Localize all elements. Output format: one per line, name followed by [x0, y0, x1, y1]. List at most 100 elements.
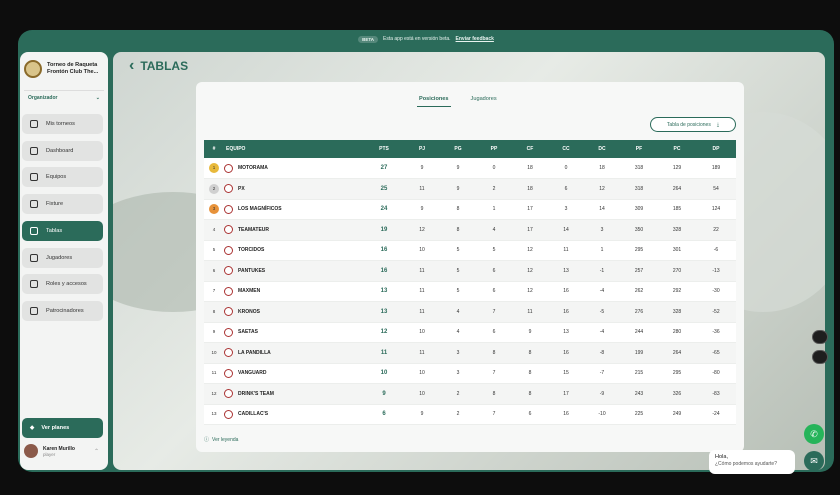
- stat-cell-dc: -5: [599, 308, 605, 315]
- team-cell: KRONOS: [224, 302, 364, 323]
- stat-cell-pp: 8: [492, 349, 496, 356]
- role-selector[interactable]: Organizador ⌄: [24, 90, 104, 104]
- stat-cell-pf: 262: [634, 288, 644, 295]
- stat-cell-dc: -4: [599, 288, 605, 295]
- position-cell: 7: [204, 281, 224, 302]
- stat-cell-pts: 11: [380, 349, 388, 356]
- stat-cell-cc: 3: [564, 206, 568, 213]
- position-cell: 13: [204, 404, 224, 425]
- stat-cell-pf: 309: [634, 206, 644, 213]
- sidebar-item-tablas[interactable]: Tablas: [22, 220, 103, 241]
- trophy-icon: [30, 146, 38, 155]
- table-row[interactable]: 6 PANTUKES 16 11 5 6 12 13 -1 257 270 -13: [204, 260, 736, 281]
- side-tool-book[interactable]: [812, 330, 828, 344]
- view-plans-button[interactable]: ◆ Ver planes: [22, 418, 103, 438]
- tab-positions[interactable]: Posiciones: [417, 96, 451, 107]
- table-row[interactable]: 12 DRINK'S TEAM 9 10 2 8 8 17 -9 243 326 -83: [204, 383, 736, 405]
- stat-cell-cf: 18: [527, 185, 533, 192]
- table-row[interactable]: 8 KRONOS 13 11 4 7 11 16 -5 276 328 -52: [204, 301, 736, 323]
- sidebar-item-dashboard[interactable]: Dashboard: [22, 140, 103, 161]
- table-row[interactable]: 2 PX 25 11 9 2 18 6 12 318 264 54: [204, 178, 736, 199]
- stat-cell-pg: 9: [456, 165, 460, 171]
- download-standings-label: Tabla de posiciones: [666, 121, 711, 128]
- stat-cell-pf: 225: [634, 411, 644, 418]
- back-arrow-icon[interactable]: ‹: [129, 58, 134, 74]
- position-badge: 11: [211, 370, 217, 376]
- stat-cell-pc: 264: [672, 349, 682, 356]
- team-cell: TORCIDOS: [224, 240, 364, 261]
- stat-cell-pc: 326: [672, 390, 682, 397]
- roles-icon: [30, 280, 38, 289]
- stat-cell-pp: 7: [492, 308, 496, 315]
- sidebar-item-mis-torneos[interactable]: Mis torneos: [22, 114, 103, 134]
- user-role: player: [43, 451, 56, 457]
- megaphone-icon: [30, 306, 38, 315]
- brand[interactable]: Torneo de Raqueta Frontón Club The...: [20, 52, 108, 84]
- table-row[interactable]: 3 LOS MAGNÍFICOS 24 9 8 1 17 3 14 309 185 124: [204, 199, 736, 220]
- side-tool-apps[interactable]: [812, 350, 828, 364]
- team-cell: DRINK'S TEAM: [224, 384, 364, 405]
- sidebar-item-label: Roles y accesos: [46, 281, 87, 288]
- table-row[interactable]: 4 TEAMATEUR 19 12 8 4 17 14 3 350 328 22: [204, 219, 736, 240]
- stat-cell-dp: 124: [711, 206, 721, 213]
- stat-cell-dp: -24: [712, 411, 720, 418]
- stat-cell-pj: 11: [419, 185, 425, 192]
- table-row[interactable]: 5 TORCIDOS 16 10 5 5 12 11 1 295 301 -6: [204, 240, 736, 261]
- chat-bubble[interactable]: Hola, ¿Cómo podemos ayudarte?: [709, 450, 795, 474]
- stat-cell-pj: 9: [420, 411, 424, 418]
- stat-cell-pp: 5: [492, 247, 496, 254]
- stat-cell-cc: 14: [563, 226, 569, 233]
- chat-icon[interactable]: ✉: [804, 451, 824, 471]
- sidebar-item-patrocinadores[interactable]: Patrocinadores: [22, 300, 103, 321]
- table-row[interactable]: 11 VANGUARD 10 10 3 7 8 15 -7 215 295 -80: [204, 363, 736, 384]
- team-name: TORCIDOS: [238, 247, 265, 254]
- column-header: DC: [598, 146, 606, 152]
- stat-cell-cc: 16: [563, 288, 569, 295]
- stat-cell-pg: 8: [456, 226, 460, 233]
- team-crest-icon: [224, 327, 233, 337]
- stat-cell-pp: 1: [492, 206, 496, 213]
- stat-cell-cc: 0: [564, 165, 568, 171]
- calendar-icon: [30, 200, 38, 209]
- view-legend-link[interactable]: ⓘ Ver leyenda: [204, 436, 238, 444]
- stat-cell-pts: 27: [380, 165, 388, 171]
- table-icon: [30, 226, 38, 235]
- stat-cell-cf: 9: [528, 329, 532, 336]
- stat-cell-pts: 19: [380, 226, 388, 233]
- download-standings-button[interactable]: Tabla de posiciones ⤓: [650, 117, 736, 132]
- table-row[interactable]: 13 CADILLAC'S 6 9 2 7 6 16 -10 225 249 -24: [204, 404, 736, 425]
- club-logo: [24, 60, 42, 78]
- stat-cell-pts: 13: [380, 288, 388, 295]
- sidebar-item-roles-y-accesos[interactable]: Roles y accesos: [22, 274, 103, 295]
- table-row[interactable]: 7 MAXMEN 13 11 5 6 12 16 -4 262 292 -30: [204, 281, 736, 302]
- chevron-up-icon[interactable]: ⌃: [94, 448, 99, 455]
- whatsapp-icon[interactable]: ✆: [804, 424, 824, 444]
- team-cell: LA PANDILLA: [224, 343, 364, 364]
- stat-cell-cc: 13: [563, 329, 569, 336]
- stat-cell-cc: 15: [563, 370, 569, 377]
- diamond-icon: ◆: [30, 425, 35, 431]
- sidebar-item-jugadores[interactable]: Jugadores: [22, 247, 103, 268]
- table-row[interactable]: 9 SAETAS 12 10 4 6 9 13 -4 244 280 -36: [204, 322, 736, 343]
- table-header: # EQUIPO PTS PJ PG PP CF CC DC PF PC DP: [204, 140, 736, 158]
- stat-cell-pc: 292: [672, 288, 682, 295]
- team-crest-icon: [224, 204, 233, 214]
- sidebar-item-fixture[interactable]: Fixture: [22, 194, 103, 215]
- tab-players[interactable]: Jugadores: [469, 96, 499, 107]
- user-profile[interactable]: Karen Murillo player ⌃: [24, 444, 99, 458]
- stat-cell-pp: 8: [492, 390, 496, 397]
- feedback-link[interactable]: Enviar feedback: [456, 36, 494, 42]
- table-row[interactable]: 10 LA PANDILLA 11 11 3 8 8 16 -8 199 264 -65: [204, 342, 736, 364]
- sidebar-item-label: Jugadores: [46, 254, 73, 261]
- stat-cell-pj: 11: [419, 308, 425, 315]
- team-cell: MOTORAMA: [224, 158, 364, 179]
- table-row[interactable]: 1 MOTORAMA 27 9 9 0 18 0 18 318 129 189: [204, 158, 736, 179]
- team-cell: VANGUARD: [224, 363, 364, 384]
- stat-cell-dp: -30: [712, 288, 720, 295]
- sidebar-item-equipos[interactable]: Equipos: [22, 167, 103, 188]
- user-name: Karen Murillo: [43, 445, 75, 452]
- chat-question: ¿Cómo podemos ayudarte?: [715, 461, 777, 467]
- stat-cell-pj: 10: [419, 370, 425, 377]
- stat-cell-pj: 12: [419, 226, 425, 233]
- stat-cell-cf: 8: [528, 390, 532, 397]
